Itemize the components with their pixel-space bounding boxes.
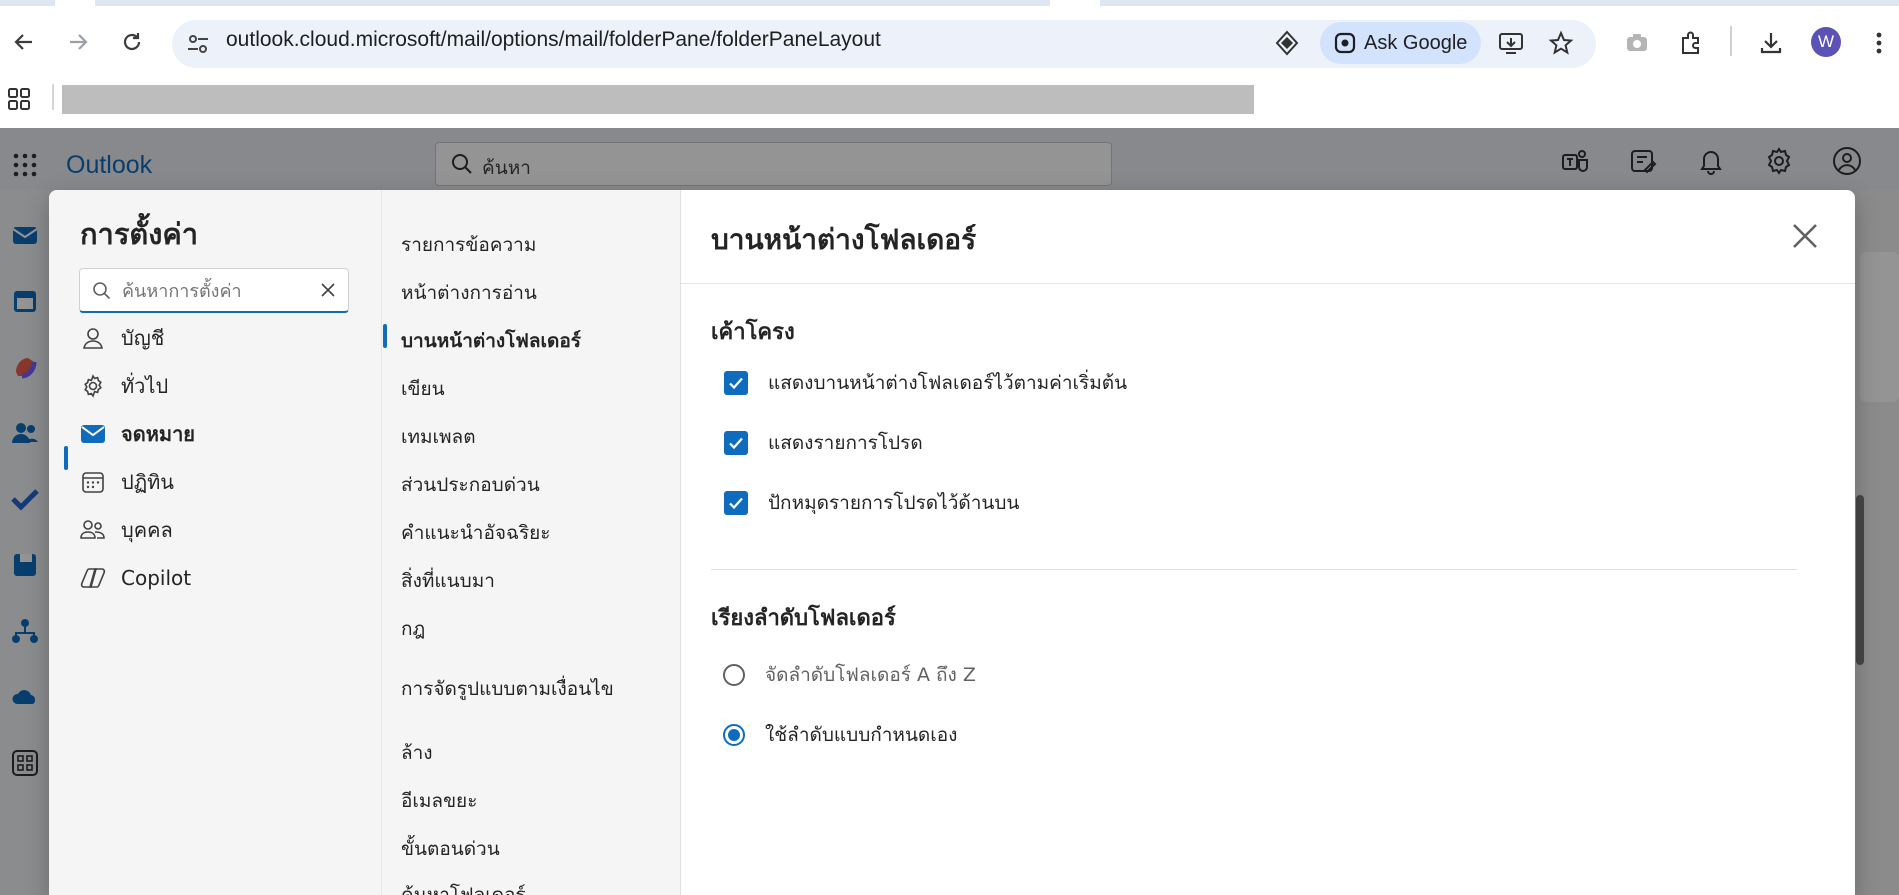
install-app-icon[interactable] <box>1494 26 1528 60</box>
nav-item-label: Copilot <box>121 566 192 590</box>
extensions-icon[interactable] <box>1674 26 1708 60</box>
nav-item-general[interactable]: ทั่วไป <box>79 366 168 406</box>
url-text[interactable]: outlook.cloud.microsoft/mail/options/mai… <box>226 28 881 52</box>
option-label: ใช้ลำดับแบบกำหนดเอง <box>765 724 958 746</box>
nav-item-mail[interactable]: จดหมาย <box>79 414 195 454</box>
bookmarks-divider <box>52 84 54 110</box>
settings-title: การตั้งค่า <box>80 217 199 251</box>
layout-section-title: เค้าโครง <box>711 320 795 345</box>
back-button[interactable] <box>6 24 42 60</box>
title-divider <box>681 283 1855 284</box>
mail-icon <box>79 420 107 448</box>
radio-selected[interactable] <box>723 724 745 746</box>
subnav-active-indicator <box>383 324 387 348</box>
option-sort-a-to-z[interactable]: จัดลำดับโฟลเดอร์ A ถึง Z <box>723 660 976 690</box>
option-show-folder-pane[interactable]: แสดงบานหน้าต่างโฟลเดอร์ไว้ตามค่าเริ่มต้น <box>724 368 1127 398</box>
option-pin-favorites-top[interactable]: ปักหมุดรายการโปรดไว้ด้านบน <box>724 488 1019 518</box>
content-title: บานหน้าต่างโฟลเดอร์ <box>711 223 977 256</box>
nav-item-calendar[interactable]: ปฏิทิน <box>79 462 174 502</box>
person-icon <box>79 324 107 352</box>
gear-icon <box>79 372 107 400</box>
subnav-folder-pane[interactable]: บานหน้าต่างโฟลเดอร์ <box>401 326 581 356</box>
calendar-icon <box>79 468 107 496</box>
apps-grid-icon[interactable] <box>6 86 34 114</box>
nav-item-copilot[interactable]: Copilot <box>79 558 191 598</box>
nav-item-label: จดหมาย <box>121 422 196 446</box>
arrow-left-icon <box>14 34 32 50</box>
checkbox-checked[interactable] <box>724 371 748 395</box>
toolbar-divider <box>1730 26 1732 56</box>
bookmark-star-icon[interactable] <box>1544 26 1578 60</box>
redacted-bookmarks <box>62 85 1254 114</box>
camera-icon[interactable] <box>1620 26 1654 60</box>
copilot-icon <box>79 564 107 592</box>
check-icon <box>729 497 743 510</box>
option-label: แสดงรายการโปรด <box>768 432 923 454</box>
site-info-icon[interactable] <box>184 30 212 58</box>
option-show-favorites[interactable]: แสดงรายการโปรด <box>724 428 923 458</box>
subnav-search-folders[interactable]: ค้นหาโฟลเดอร์ <box>401 880 526 895</box>
search-icon <box>93 282 111 300</box>
nav-active-indicator <box>64 446 68 470</box>
download-icon[interactable] <box>1754 26 1788 60</box>
option-custom-order[interactable]: ใช้ลำดับแบบกำหนดเอง <box>723 720 957 750</box>
reload-button[interactable] <box>114 24 150 60</box>
clear-icon[interactable] <box>318 280 338 300</box>
subnav-sweep[interactable]: ล้าง <box>401 738 433 768</box>
subnav-quick-steps[interactable]: ขั้นตอนด่วน <box>401 834 500 864</box>
section-divider <box>711 569 1797 570</box>
subnav-rules[interactable]: กฎ <box>401 614 425 644</box>
radio-unselected[interactable] <box>723 664 745 686</box>
option-label: แสดงบานหน้าต่างโฟลเดอร์ไว้ตามค่าเริ่มต้น <box>768 372 1128 394</box>
arrow-right-icon <box>70 34 88 50</box>
settings-search-input[interactable] <box>120 277 314 305</box>
close-icon <box>1793 224 1817 248</box>
nav-item-label: บัญชี <box>121 326 165 350</box>
nav-item-people[interactable]: บุคคล <box>79 510 173 550</box>
nav-item-account[interactable]: บัญชี <box>79 318 164 358</box>
option-label: ปักหมุดรายการโปรดไว้ด้านบน <box>768 492 1020 514</box>
reload-icon <box>123 33 141 51</box>
subnav-templates[interactable]: เทมเพลต <box>401 422 476 452</box>
nav-item-label: ทั่วไป <box>121 374 169 398</box>
checkbox-checked[interactable] <box>724 491 748 515</box>
subnav-conditional-formatting[interactable]: การจัดรูปแบบตามเงื่อนไข <box>401 674 614 704</box>
subnav-attachments[interactable]: สิ่งที่แนบมา <box>401 566 495 596</box>
option-label: จัดลำดับโฟลเดอร์ A ถึง Z <box>765 664 976 686</box>
check-icon <box>729 377 743 390</box>
subnav-reading-pane[interactable]: หน้าต่างการอ่าน <box>401 278 537 308</box>
nav-item-label: ปฏิทิน <box>121 470 174 494</box>
subnav-smart-suggestions[interactable]: คำแนะนำอัจฉริยะ <box>401 518 551 548</box>
ask-google-button[interactable]: Ask Google <box>1320 22 1481 64</box>
sort-section-title: เรียงลำดับโฟลเดอร์ <box>711 606 896 631</box>
close-button[interactable] <box>1787 218 1823 254</box>
settings-search-box[interactable] <box>79 268 349 313</box>
subnav-junk-email[interactable]: อีเมลขยะ <box>401 786 477 816</box>
nav-item-label: บุคคล <box>121 518 173 542</box>
ask-google-label: Ask Google <box>1364 31 1468 54</box>
checkbox-checked[interactable] <box>724 431 748 455</box>
forward-button[interactable] <box>60 24 96 60</box>
settings-dialog: การตั้งค่า บัญชี ทั่วไป จดหมาย ปฏิทิน บุ… <box>49 190 1855 895</box>
subnav-quick-parts[interactable]: ส่วนประกอบด่วน <box>401 470 540 500</box>
check-icon <box>729 437 743 450</box>
tab-strip <box>0 0 1899 6</box>
subnav-message-list[interactable]: รายการข้อความ <box>401 230 536 260</box>
translate-icon[interactable] <box>1272 28 1302 58</box>
profile-avatar[interactable]: W <box>1811 27 1841 57</box>
google-lens-icon <box>1334 32 1356 54</box>
subnav-compose[interactable]: เขียน <box>401 374 445 404</box>
more-menu-icon[interactable] <box>1862 26 1896 60</box>
people-icon <box>79 516 107 544</box>
